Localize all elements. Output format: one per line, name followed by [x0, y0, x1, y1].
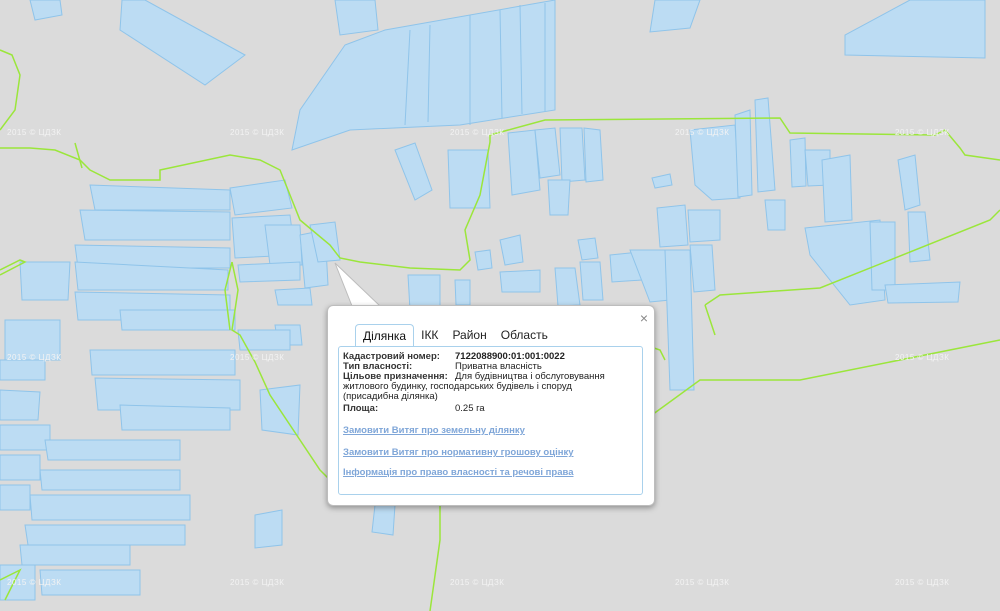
area-label: Площа: [343, 403, 379, 414]
watermark: 2015 © ЦДЗК [450, 128, 505, 137]
watermark: 2015 © ЦДЗК [230, 578, 285, 587]
order-valuation-extract-link[interactable]: Замовити Витяг про нормативну грошову оц… [343, 447, 574, 458]
tab-district[interactable]: Район [445, 324, 493, 346]
tab-region[interactable]: Область [494, 324, 555, 346]
watermark: 2015 © ЦДЗК [7, 578, 62, 587]
watermark: 2015 © ЦДЗК [230, 353, 285, 362]
ownership-rights-info-link[interactable]: Інформація про право власності та речові… [343, 467, 574, 478]
watermark: 2015 © ЦДЗК [230, 128, 285, 137]
watermark: 2015 © ЦДЗК [895, 353, 950, 362]
parcel-details-panel: Кадастровий номер: 7122088900:01:001:002… [338, 346, 643, 495]
order-parcel-extract-link[interactable]: Замовити Витяг про земельну ділянку [343, 425, 525, 436]
tab-parcel[interactable]: Ділянка [355, 324, 415, 347]
watermark: 2015 © ЦДЗК [675, 578, 730, 587]
watermark: 2015 © ЦДЗК [450, 578, 505, 587]
close-icon[interactable]: × [640, 311, 648, 325]
watermark: 2015 © ЦДЗК [895, 578, 950, 587]
area-value: 0.25 га [455, 403, 485, 414]
tab-ikk[interactable]: ІКК [414, 324, 445, 346]
purpose-value-line3: (присадибна ділянка) [343, 391, 438, 402]
popup-tabs: Ділянка ІКК Район Область [355, 322, 555, 347]
watermark: 2015 © ЦДЗК [7, 353, 62, 362]
parcel-info-popup: × Ділянка ІКК Район Область Кадастровий … [327, 305, 655, 506]
watermark: 2015 © ЦДЗК [895, 128, 950, 137]
watermark: 2015 © ЦДЗК [7, 128, 62, 137]
watermark: 2015 © ЦДЗК [675, 128, 730, 137]
